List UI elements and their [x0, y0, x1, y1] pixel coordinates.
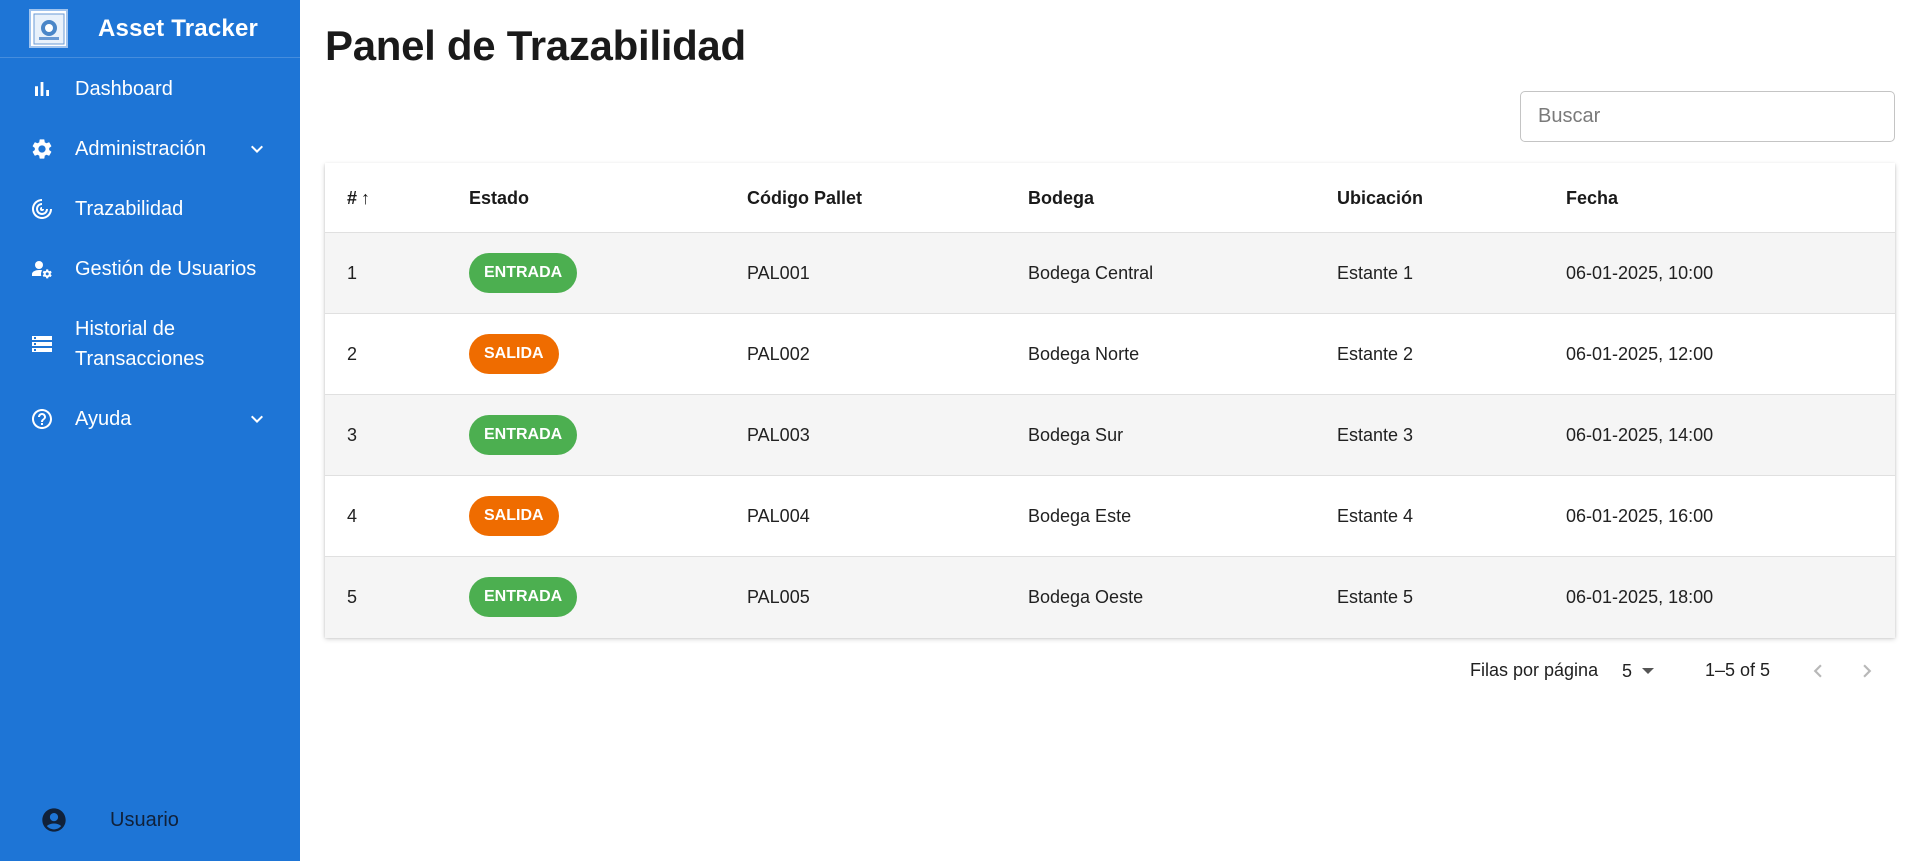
table-row[interactable]: 4 SALIDA PAL004 Bodega Este Estante 4 06…: [325, 476, 1895, 557]
caret-down-icon: [1642, 668, 1655, 674]
status-badge: ENTRADA: [469, 253, 578, 293]
table-row[interactable]: 5 ENTRADA PAL005 Bodega Oeste Estante 5 …: [325, 557, 1895, 638]
app-logo-icon: [29, 9, 68, 48]
bar-chart-icon: [30, 77, 54, 101]
sort-ascending-icon[interactable]: ↑: [361, 188, 370, 208]
cell-bodega: Bodega Norte: [1028, 344, 1140, 364]
header-num-label: #: [347, 188, 358, 208]
cell-bodega: Bodega Oeste: [1028, 587, 1144, 607]
previous-page-button[interactable]: [1803, 656, 1833, 686]
cell-fecha: 06-01-2025, 10:00: [1566, 263, 1714, 283]
gear-icon: [30, 137, 54, 161]
user-settings-icon: [30, 257, 54, 281]
sidebar-item-label: Dashboard: [75, 78, 173, 100]
chevron-down-icon[interactable]: [245, 137, 269, 161]
column-header-fecha[interactable]: Fecha: [1566, 163, 1618, 233]
sidebar-item-label: Administración: [75, 138, 207, 160]
table-row[interactable]: 3 ENTRADA PAL003 Bodega Sur Estante 3 06…: [325, 395, 1895, 476]
cell-num: 4: [347, 506, 358, 526]
sidebar: Asset Tracker Dashboard Administración T…: [0, 0, 300, 861]
cell-ubicacion: Estante 5: [1337, 587, 1414, 607]
cell-bodega: Bodega Este: [1028, 506, 1132, 526]
sidebar-item-administracion[interactable]: Administración: [0, 134, 300, 164]
sidebar-item-ayuda[interactable]: Ayuda: [0, 404, 300, 434]
column-header-bodega[interactable]: Bodega: [1028, 163, 1094, 233]
app-title: Asset Tracker: [98, 14, 259, 42]
cell-num: 5: [347, 587, 358, 607]
account-circle-icon: [40, 806, 68, 834]
cell-ubicacion: Estante 2: [1337, 344, 1414, 364]
sidebar-item-dashboard[interactable]: Dashboard: [0, 74, 300, 104]
cell-num: 2: [347, 344, 358, 364]
search-input[interactable]: [1520, 91, 1895, 142]
cell-codigo: PAL002: [747, 344, 810, 364]
cell-codigo: PAL003: [747, 425, 810, 445]
cell-fecha: 06-01-2025, 14:00: [1566, 425, 1714, 445]
traceability-table: # ↑ Estado Código Pallet Bodega Ubicación…: [325, 163, 1895, 638]
storage-icon: [30, 332, 54, 356]
sidebar-item-label-line1: Historial de: [75, 318, 176, 340]
cell-fecha: 06-01-2025, 12:00: [1566, 344, 1714, 364]
cell-codigo: PAL005: [747, 587, 810, 607]
sidebar-item-historial[interactable]: Historial de Transacciones: [0, 314, 300, 374]
column-header-num[interactable]: # ↑: [347, 163, 370, 233]
table-header: # ↑ Estado Código Pallet Bodega Ubicación…: [325, 163, 1895, 233]
chevron-right-icon: [1863, 664, 1872, 678]
cell-codigo: PAL001: [747, 263, 810, 283]
rows-per-page-label: Filas por página: [1470, 660, 1599, 680]
table-row[interactable]: 1 ENTRADA PAL001 Bodega Central Estante …: [325, 233, 1895, 314]
cell-num: 1: [347, 263, 358, 283]
status-badge: ENTRADA: [469, 577, 578, 617]
cell-fecha: 06-01-2025, 16:00: [1566, 506, 1714, 526]
user-menu[interactable]: Usuario: [0, 800, 300, 840]
chevron-left-icon: [1813, 664, 1822, 678]
cell-ubicacion: Estante 1: [1337, 263, 1414, 283]
cell-num: 3: [347, 425, 358, 445]
sidebar-item-label: Trazabilidad: [75, 198, 184, 220]
cell-bodega: Bodega Sur: [1028, 425, 1124, 445]
sidebar-item-label: Ayuda: [75, 408, 132, 430]
status-badge: SALIDA: [469, 334, 559, 374]
cell-ubicacion: Estante 3: [1337, 425, 1414, 445]
cell-bodega: Bodega Central: [1028, 263, 1154, 283]
cell-codigo: PAL004: [747, 506, 810, 526]
rows-per-page-value: 5: [1622, 660, 1633, 681]
sidebar-item-gestion-usuarios[interactable]: Gestión de Usuarios: [0, 254, 300, 284]
pagination-range: 1–5 of 5: [1705, 660, 1771, 680]
user-label: Usuario: [110, 808, 179, 831]
sidebar-item-label: Gestión de Usuarios: [75, 258, 257, 280]
status-badge: ENTRADA: [469, 415, 578, 455]
cell-ubicacion: Estante 4: [1337, 506, 1414, 526]
next-page-button[interactable]: [1852, 656, 1882, 686]
page-title: Panel de Trazabilidad: [325, 22, 746, 69]
sidebar-item-label-line2: Transacciones: [75, 348, 205, 370]
rows-per-page-select[interactable]: 5: [1622, 656, 1655, 686]
status-badge: SALIDA: [469, 496, 559, 536]
column-header-estado[interactable]: Estado: [469, 163, 529, 233]
brand: Asset Tracker: [0, 0, 300, 58]
column-header-codigo[interactable]: Código Pallet: [747, 163, 862, 233]
table-row[interactable]: 2 SALIDA PAL002 Bodega Norte Estante 2 0…: [325, 314, 1895, 395]
sidebar-item-trazabilidad[interactable]: Trazabilidad: [0, 194, 300, 224]
radar-icon: [30, 197, 54, 221]
chevron-down-icon[interactable]: [245, 407, 269, 431]
column-header-ubicacion[interactable]: Ubicación: [1337, 163, 1423, 233]
cell-fecha: 06-01-2025, 18:00: [1566, 587, 1714, 607]
help-circle-icon: [30, 407, 54, 431]
